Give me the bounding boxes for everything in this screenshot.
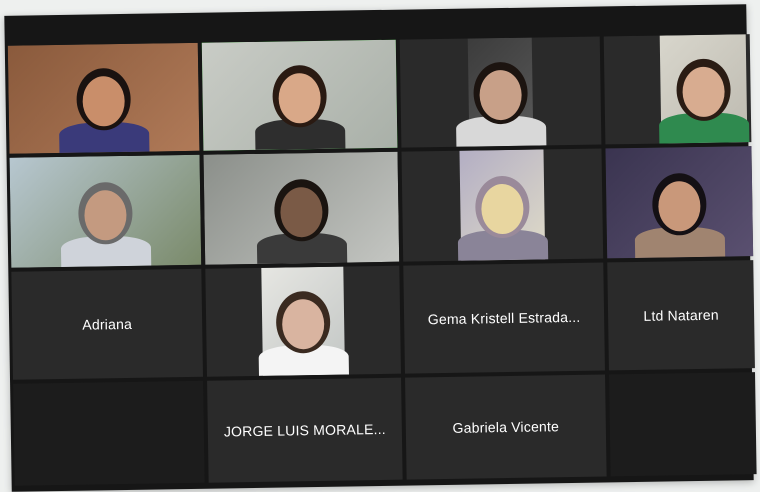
participant-tile[interactable] — [9, 154, 202, 268]
participant-tile[interactable] — [401, 148, 604, 262]
participant-tile[interactable]: Gabriela Vicente — [405, 374, 607, 480]
participant-silhouette — [246, 166, 357, 264]
video-feed — [201, 39, 398, 151]
video-feed — [203, 151, 400, 265]
video-feed — [605, 146, 754, 259]
video-feed — [7, 42, 200, 154]
video-feed — [258, 266, 349, 376]
participant-tile[interactable] — [203, 151, 400, 265]
participant-silhouette — [447, 163, 558, 261]
participant-name: Ltd Nataren — [643, 306, 719, 324]
participant-tile[interactable] — [7, 42, 200, 154]
participant-name: JORGE LUIS MORALE... — [223, 420, 386, 440]
participant-tile[interactable]: JORGE LUIS MORALE... — [207, 377, 403, 483]
participant-silhouette — [50, 169, 161, 267]
video-feed — [457, 149, 549, 261]
participant-silhouette — [244, 52, 355, 150]
participant-name: Adriana — [82, 315, 133, 333]
participant-name: Gabriela Vicente — [452, 418, 560, 436]
participant-silhouette — [445, 49, 556, 147]
video-feed — [658, 34, 750, 144]
participant-name: Gema Kristell Estrada... — [427, 308, 581, 328]
participant-tile-active-speaker[interactable] — [201, 39, 398, 151]
participant-tile[interactable]: Gema Kristell Estrada... — [403, 262, 605, 374]
participant-tile[interactable] — [399, 36, 602, 148]
participant-tile[interactable]: Ltd Nataren — [607, 260, 755, 371]
participant-silhouette — [48, 55, 159, 154]
gallery-grid: Adriana Gema Kristell Estrada... Ltd Nat… — [7, 34, 757, 488]
participant-silhouette — [247, 278, 358, 376]
video-feed — [455, 37, 547, 147]
participant-tile[interactable] — [205, 265, 401, 377]
screen-frame: Adriana Gema Kristell Estrada... Ltd Nat… — [4, 4, 757, 492]
participant-tile[interactable]: Adriana — [11, 268, 204, 380]
empty-tile — [13, 380, 205, 486]
empty-tile — [609, 372, 757, 477]
video-feed — [9, 154, 202, 268]
participant-silhouette — [648, 46, 751, 144]
participant-tile[interactable] — [605, 146, 754, 259]
participant-tile[interactable] — [603, 34, 752, 145]
participant-silhouette — [624, 160, 735, 258]
